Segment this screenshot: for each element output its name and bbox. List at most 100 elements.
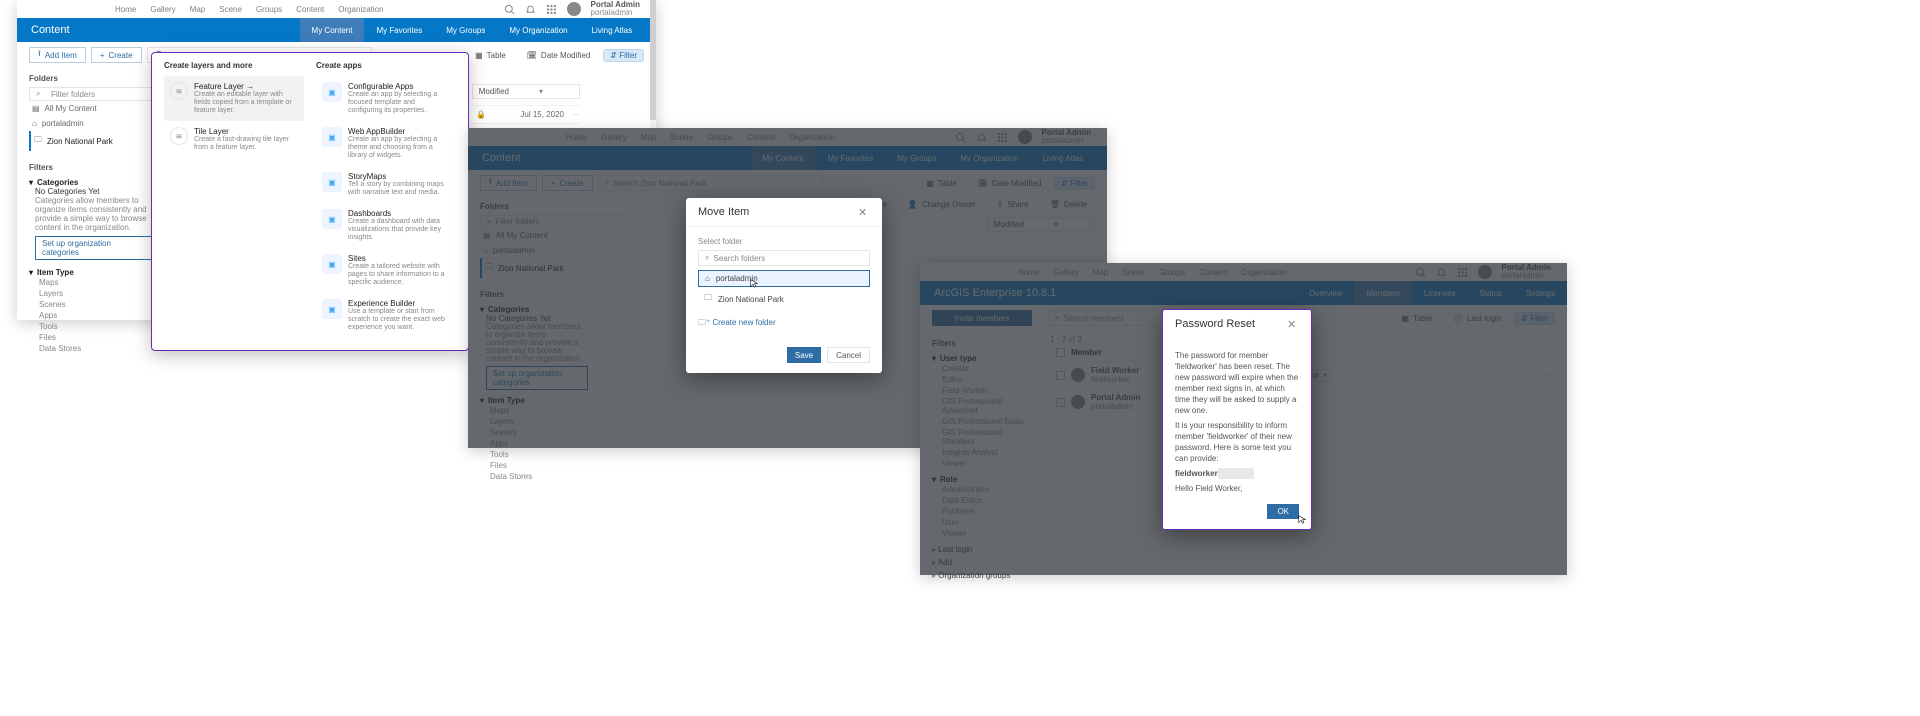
- app-icon: ▣: [322, 127, 342, 147]
- plus-icon: [100, 51, 105, 60]
- cancel-button[interactable]: Cancel: [827, 347, 870, 363]
- folder-all-my-content[interactable]: ▤All My Content: [29, 101, 154, 116]
- save-button[interactable]: Save: [787, 347, 821, 363]
- create-option-web-appbuilder[interactable]: ▣ Web AppBuilderCreate an app by selectin…: [316, 121, 456, 166]
- create-option-configurable-apps[interactable]: ▣Configurable AppsCreate an app by selec…: [316, 76, 456, 121]
- filters-heading: Filters: [29, 163, 154, 172]
- tab-my-favorites[interactable]: My Favorites: [364, 18, 434, 42]
- layer-icon: ≋: [170, 127, 188, 145]
- option-title: Configurable Apps: [348, 82, 450, 91]
- tab-my-organization[interactable]: My Organization: [497, 18, 579, 42]
- chevron-down-icon: ▾: [29, 178, 33, 187]
- folder-zion[interactable]: 🗀 Zion National Park: [29, 131, 154, 151]
- reset-paragraph-1: The password for member 'fieldworker' ha…: [1175, 350, 1299, 416]
- filter-item-type-toggle[interactable]: ▾ Item Type: [29, 268, 154, 277]
- date-modified-button[interactable]: 🗓Date Modified: [519, 47, 599, 63]
- create-option-tile-layer[interactable]: ≋ Tile LayerCreate a fast-drawing tile la…: [164, 121, 304, 158]
- filter-option[interactable]: Files: [39, 332, 154, 343]
- date-modified-label: Date Modified: [541, 51, 590, 60]
- nav-scene[interactable]: Scene: [219, 5, 242, 14]
- filter-icon: ⇵: [610, 51, 617, 60]
- create-new-folder-link[interactable]: 🗀⁺ Create new folder: [698, 317, 870, 331]
- no-categories-body: Categories allow members to organize ite…: [35, 196, 154, 232]
- setup-categories-button[interactable]: Set up organization categories: [35, 236, 154, 260]
- content-bar: Content My Content My Favorites My Group…: [17, 18, 656, 42]
- folder-option-label: Zion National Park: [718, 295, 784, 304]
- folders-heading: Folders: [29, 74, 154, 83]
- row-date: Jul 15, 2020: [494, 110, 564, 119]
- option-desc: Create an app by selecting a theme and c…: [348, 136, 450, 160]
- nav-gallery[interactable]: Gallery: [150, 5, 175, 14]
- create-option-experience-builder[interactable]: ▣Experience BuilderUse a template or sta…: [316, 293, 456, 338]
- ok-button[interactable]: OK: [1267, 504, 1299, 519]
- filter-option[interactable]: Files: [490, 460, 588, 471]
- bell-icon[interactable]: [525, 4, 536, 15]
- nav-home[interactable]: Home: [115, 5, 136, 14]
- more-icon[interactable]: ⋯: [572, 110, 580, 119]
- reset-user-line: fieldworkerxxxxxxxxx: [1175, 468, 1299, 479]
- folder-stack-icon: ▤: [32, 104, 40, 113]
- create-option-sites[interactable]: ▣SitesCreate a tailored website with pag…: [316, 248, 456, 293]
- filter-chip[interactable]: ⇵ Filter: [603, 49, 644, 62]
- home-icon: ⌂: [32, 119, 37, 128]
- modal-title: Password Reset: [1175, 318, 1255, 330]
- option-desc: Create a fast-drawing tile layer from a …: [194, 136, 298, 152]
- create-label: Create: [109, 51, 133, 60]
- item-type-list: MapsLayersScenesAppsToolsFilesData Store…: [29, 277, 154, 354]
- filter-option[interactable]: Maps: [39, 277, 154, 288]
- create-option-storymaps[interactable]: ▣StoryMapsTell a story by combining maps…: [316, 166, 456, 203]
- close-icon[interactable]: ✕: [1287, 318, 1299, 330]
- password-reset-modal: Password Reset ✕ The password for member…: [1162, 309, 1312, 530]
- view-table-button[interactable]: ▦ Table: [467, 47, 514, 63]
- no-categories-title: No Categories Yet: [35, 187, 154, 196]
- filter-item-type-label: Item Type: [37, 268, 74, 277]
- filter-option[interactable]: Tools: [490, 449, 588, 460]
- option-title: Tile Layer: [194, 127, 298, 136]
- filter-categories-toggle[interactable]: ▾ Categories: [29, 178, 154, 187]
- add-item-button[interactable]: ⭱Add Item: [29, 47, 86, 63]
- avatar[interactable]: [567, 2, 581, 16]
- create-apps-heading: Create apps: [316, 61, 456, 70]
- nav-groups[interactable]: Groups: [256, 5, 282, 14]
- filter-option[interactable]: Scenes: [39, 299, 154, 310]
- search-icon[interactable]: [504, 4, 515, 15]
- create-option-feature-layer[interactable]: ≋Feature Layer →Create an editable layer…: [164, 76, 304, 121]
- nav-content[interactable]: Content: [296, 5, 324, 14]
- reset-username: fieldworker: [1175, 469, 1218, 478]
- create-button[interactable]: Create: [91, 47, 142, 63]
- filter-option[interactable]: Data Stores: [39, 343, 154, 354]
- app-icon: ▣: [322, 254, 342, 274]
- option-title: Feature Layer →: [194, 82, 298, 91]
- close-icon[interactable]: ✕: [858, 206, 870, 218]
- search-folders-input[interactable]: ⌕ Search folders: [698, 250, 870, 266]
- filter-option[interactable]: Data Stores: [490, 471, 588, 482]
- chevron-down-icon: ▾: [29, 268, 33, 277]
- filter-option[interactable]: Tools: [39, 321, 154, 332]
- tab-my-content[interactable]: My Content: [300, 18, 365, 42]
- folder-label: Zion National Park: [47, 137, 113, 146]
- option-title: Web AppBuilder: [348, 127, 450, 136]
- tab-living-atlas[interactable]: Living Atlas: [580, 18, 644, 42]
- table-icon: ▦: [475, 51, 483, 60]
- nav-map[interactable]: Map: [190, 5, 206, 14]
- filter-option[interactable]: Layers: [39, 288, 154, 299]
- redacted-area: xxxxxxxxx: [1218, 468, 1254, 479]
- view-table-label: Table: [487, 51, 506, 60]
- option-desc: Create an app by selecting a focused tem…: [348, 91, 450, 115]
- folder-portaladmin[interactable]: ⌂portaladmin: [29, 116, 154, 131]
- filter-option[interactable]: Apps: [39, 310, 154, 321]
- sort-selector[interactable]: Modified: [472, 84, 580, 99]
- tab-my-groups[interactable]: My Groups: [434, 18, 497, 42]
- folder-option-portaladmin[interactable]: ⌂portaladmin: [698, 270, 870, 287]
- create-option-dashboards[interactable]: ▣DashboardsCreate a dashboard with data …: [316, 203, 456, 248]
- apps-grid-icon[interactable]: [546, 4, 557, 15]
- select-folder-label: Select folder: [698, 237, 870, 246]
- user-block[interactable]: Portal Admin portaladmin: [591, 1, 640, 17]
- app-icon: ▣: [322, 172, 342, 192]
- folder-option-zion[interactable]: 🗀Zion National Park: [698, 289, 870, 309]
- folder-icon: 🗀: [34, 134, 42, 148]
- nav-organization[interactable]: Organization: [338, 5, 383, 14]
- filter-categories-label: Categories: [37, 178, 78, 187]
- option-title: Experience Builder: [348, 299, 450, 308]
- scrollbar-thumb[interactable]: [650, 0, 656, 120]
